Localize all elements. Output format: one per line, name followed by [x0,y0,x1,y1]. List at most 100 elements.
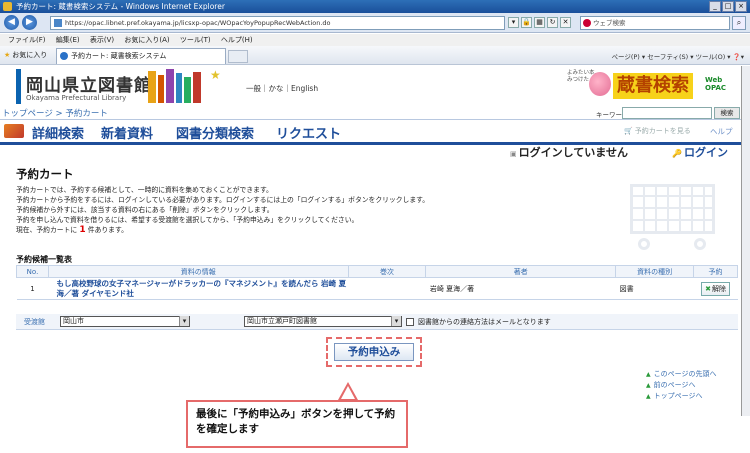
desc-line: 予約を申し込んで資料を借りるには、希望する受渡館を選択してから、「予約申込み」を… [16,216,359,224]
refresh-icon[interactable]: ↻ [547,17,558,28]
contact-checkbox[interactable] [406,318,414,326]
nav-new-arrivals[interactable]: 新着資料 [101,123,153,142]
menu-help[interactable]: ヘルプ(H) [221,36,253,44]
menu-bar: ファイル(F) 編集(E) 表示(V) お気に入り(A) ツール(T) ヘルプ(… [0,34,750,46]
col-info: 資料の情報 [47,265,349,278]
submit-highlight: 予約申込み [326,337,422,367]
page-side-links: このページの先頭へ 前のページへ トップページへ [646,369,717,402]
link-top-page[interactable]: トップページへ [646,391,717,402]
cart-count: 1 [79,225,86,235]
table-row: 1 もし高校野球の女子マネージャーがドラッカーの『マネジメント』を読んだら 岩崎… [16,277,738,300]
menu-view[interactable]: 表示(V) [90,36,114,44]
nav-advanced-search[interactable]: 詳細検索 [32,123,84,142]
menu-tools[interactable]: ツール(T) [180,36,211,44]
book-title-link[interactable]: もし高校野球の女子マネージャーがドラッカーの『マネジメント』を読んだら 岩崎 夏… [56,279,346,298]
delete-button[interactable]: 解除 [701,281,730,296]
col-author: 著者 [425,265,617,278]
main-nav: 詳細検索 新着資料 図書分類検索 リクエスト 予約カートを見る ヘルプ [0,122,741,142]
breadcrumb-bar: トップページ > 予約カート キーワード 検索 [0,107,741,120]
keyword-input[interactable] [622,107,712,119]
opac-web-label: Web OPAC [705,76,726,92]
breadcrumb[interactable]: トップページ > 予約カート [2,107,108,119]
language-links[interactable]: 一般｜かな｜English [246,83,318,94]
nav-classification-search[interactable]: 図書分類検索 [176,123,254,142]
link-page-top[interactable]: このページの先頭へ [646,369,717,380]
nav-request[interactable]: リクエスト [276,123,341,142]
stop-icon[interactable]: ✕ [560,17,571,28]
page-content: 岡山県立図書館 Okayama Prefectural Library ★ 一般… [0,66,742,416]
web-search-field[interactable]: ウェブ検索 [580,16,730,30]
view-cart-link[interactable]: 予約カートを見る [624,126,691,136]
browser-tab[interactable]: 予約カート: 蔵書検索システム [56,48,226,64]
vertical-scrollbar[interactable] [742,66,750,416]
row-no: 1 [16,277,49,300]
library-logo[interactable]: 岡山県立図書館 Okayama Prefectural Library [16,69,151,104]
callout-pointer [338,382,358,400]
login-status: ログインしていません [510,144,628,160]
window-title: 予約カート: 蔵書検索システム - Windows Internet Explo… [16,2,225,11]
instruction-callout: 最後に「予約申込み」ボタンを押して予約を確定します [186,382,408,448]
menu-favorites[interactable]: お気に入り(A) [124,36,169,44]
page-icon [54,19,62,27]
search-provider-icon [583,19,591,27]
row-author: 岩崎 夏海／著 [425,277,616,300]
col-type: 資料の種別 [615,265,695,278]
search-icon[interactable]: ⌕ [732,16,746,30]
logo-bar [16,69,21,104]
new-tab-button[interactable] [228,50,248,63]
lock-icon[interactable]: 🔒 [521,17,532,28]
page-description: 予約カートでは、予約する候補として、一時的に資料を集めておくことができます。 予… [16,185,616,235]
address-icons: ▾ 🔒 ▦ ↻ ✕ [508,17,571,28]
row-type: 図書 [615,277,694,300]
back-icon[interactable]: ◀ [4,15,19,30]
row-delete-cell: 解除 [693,277,738,300]
cart-count-line: 現在、予約カートに 1 件あります。 [16,225,128,235]
maximize-button[interactable]: □ [722,1,734,12]
login-link[interactable]: ログイン [672,144,728,160]
window-titlebar: 予約カート: 蔵書検索システム - Windows Internet Explo… [0,0,750,13]
callout-text: 最後に「予約申込み」ボタンを押して予約を確定します [196,408,396,435]
col-volume: 巻次 [347,265,427,278]
mascot-icon [589,72,611,96]
row-volume [348,277,426,300]
menu-edit[interactable]: 編集(E) [56,36,80,44]
books-icon [148,69,206,103]
table-header: No. 資料の情報 巻次 著者 資料の種別 予約 [16,265,738,278]
minimize-button[interactable]: _ [709,1,721,12]
region-select[interactable]: 岡山市 [60,316,190,327]
contact-note: 図書館からの連絡方法はメールとなります [418,318,551,326]
compat-icon[interactable]: ▦ [534,17,545,28]
desc-line: 予約カートでは、予約する候補として、一時的に資料を集めておくことができます。 [16,186,273,194]
col-reserve: 予約 [693,265,738,278]
address-bar: ◀ ▶ https://opac.libnet.pref.okayama.jp/… [0,13,750,33]
star-icon: ★ [210,68,221,82]
link-prev-page[interactable]: 前のページへ [646,380,717,391]
opac-title: 蔵書検索 [613,73,693,99]
url-field[interactable]: https://opac.libnet.pref.okayama.jp/lics… [50,16,505,30]
reserve-submit-button[interactable]: 予約申込み [334,343,414,361]
pickup-row: 受渡館 岡山市 岡山市立瀬戸町図書館 図書館からの連絡方法はメールとなります [16,314,738,330]
tab-ie-icon [60,52,68,60]
nav-divider [0,142,741,145]
desc-line: 予約カートから予約をするには、ログインしている必要があります。ログインするには上… [16,196,430,204]
page-title: 予約カート [16,167,74,181]
favorites-bar: お気に入り 予約カート: 蔵書検索システム ページ(P) ▾ セーフティ(S) … [0,46,750,65]
cart-watermark-icon [620,174,730,254]
books-nav-icon [4,124,24,138]
col-no: No. [16,265,49,278]
help-link[interactable]: ヘルプ [710,126,733,137]
opac-banner[interactable]: よみたい本、みつけた 蔵書検索 Web OPAC [567,70,737,104]
reservation-table: No. 資料の情報 巻次 著者 資料の種別 予約 1 もし高校野球の女子マネージ… [16,265,738,300]
keyword-search-button[interactable]: 検索 [714,107,740,119]
close-button[interactable]: × [735,1,747,12]
favorites-button[interactable]: お気に入り [4,50,47,60]
menu-file[interactable]: ファイル(F) [8,36,46,44]
window-controls: _ □ × [709,1,747,12]
ie-icon [3,2,12,11]
logo-jp: 岡山県立図書館 [26,76,152,96]
forward-icon[interactable]: ▶ [22,15,37,30]
command-bar[interactable]: ページ(P) ▾ セーフティ(S) ▾ ツール(O) ▾ ❓▾ [611,51,744,61]
library-select[interactable]: 岡山市立瀬戸町図書館 [244,316,402,327]
row-title-cell: もし高校野球の女子マネージャーがドラッカーの『マネジメント』を読んだら 岩崎 夏… [48,277,349,300]
dropdown-icon[interactable]: ▾ [508,17,519,28]
